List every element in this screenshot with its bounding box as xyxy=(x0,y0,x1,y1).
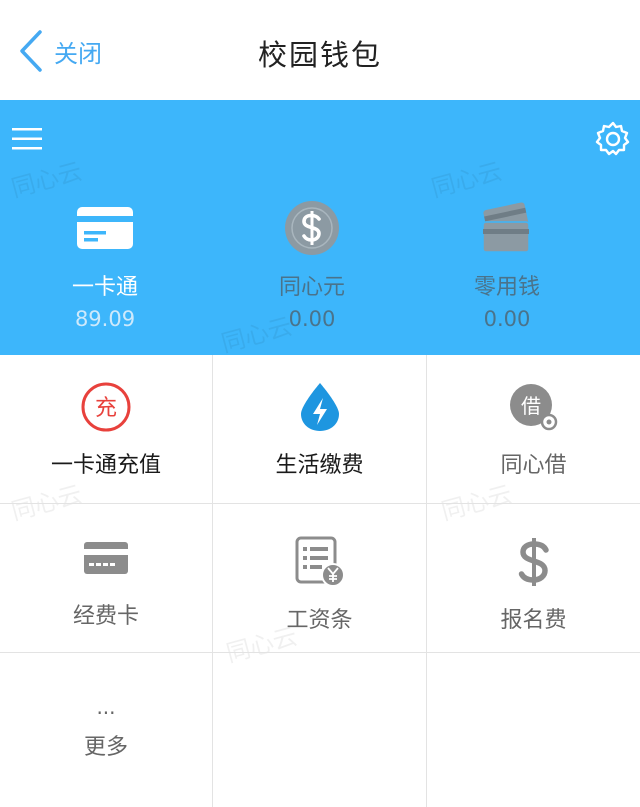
credit-card-icon xyxy=(84,542,128,574)
borrow-icon-glyph: 借 xyxy=(521,394,541,418)
grid-item-registration-fee[interactable]: 报名费 xyxy=(427,504,640,653)
menu-button[interactable] xyxy=(12,127,44,151)
grid-item-payslip[interactable]: 工资条 xyxy=(213,504,427,653)
grid-item-label: 经费卡 xyxy=(72,604,139,629)
wallet-balance: 0.00 xyxy=(483,307,531,331)
gear-icon xyxy=(595,121,630,156)
wallet-name: 一卡通 xyxy=(71,275,138,300)
wallet-name: 零用钱 xyxy=(473,275,540,300)
dollar-icon xyxy=(518,538,549,586)
dollar-coin-icon xyxy=(285,201,339,255)
cards-stack-icon xyxy=(482,202,530,253)
grid-item-more[interactable]: ... 更多 xyxy=(0,653,213,807)
function-grid: 同心云 同心云 同心云 充 一卡通充值 生活缴费 借 同心借 经费卡 工资条 报… xyxy=(0,355,640,807)
grid-item-fund-card[interactable]: 经费卡 xyxy=(0,504,213,653)
wallet-balance: 89.09 xyxy=(74,307,136,331)
page-title: 校园钱包 xyxy=(257,38,382,72)
nav-bar: 关闭 校园钱包 xyxy=(0,0,640,100)
grid-item-label: 生活缴费 xyxy=(275,453,364,478)
settings-button[interactable] xyxy=(594,120,632,158)
recharge-icon: 充 xyxy=(81,382,131,432)
borrow-icon: 借 xyxy=(509,384,557,431)
water-drop-bolt-icon xyxy=(300,383,339,431)
wallet-header: 同心云 同心云 同心云 一卡通 89.09 同心元 0.00 零用钱 0.00 xyxy=(0,100,640,355)
wallet-tongxinyuan[interactable]: 同心元 0.00 xyxy=(212,195,412,331)
recharge-icon-glyph: 充 xyxy=(95,396,117,421)
grid-item-life-payment[interactable]: 生活缴费 xyxy=(213,355,427,504)
hamburger-menu-icon xyxy=(12,128,42,150)
grid-item-label: 同心借 xyxy=(500,453,567,478)
payslip-icon xyxy=(295,536,345,587)
grid-item-label: 报名费 xyxy=(500,608,567,633)
wallet-lingyongqian[interactable]: 零用钱 0.00 xyxy=(407,195,607,331)
more-dots-icon: ... xyxy=(96,695,116,719)
grid-empty-cell xyxy=(427,653,640,807)
wallet-balance: 0.00 xyxy=(288,307,336,331)
grid-item-borrow[interactable]: 借 同心借 xyxy=(427,355,640,504)
grid-empty-cell xyxy=(213,653,427,807)
wallet-name: 同心元 xyxy=(278,275,345,300)
wallet-yikatong[interactable]: 一卡通 89.09 xyxy=(5,195,205,331)
grid-item-label: 工资条 xyxy=(286,608,353,633)
grid-item-label: 一卡通充值 xyxy=(50,453,161,478)
grid-item-recharge[interactable]: 充 一卡通充值 xyxy=(0,355,213,504)
grid-item-label: 更多 xyxy=(83,735,128,760)
card-icon xyxy=(77,207,133,249)
